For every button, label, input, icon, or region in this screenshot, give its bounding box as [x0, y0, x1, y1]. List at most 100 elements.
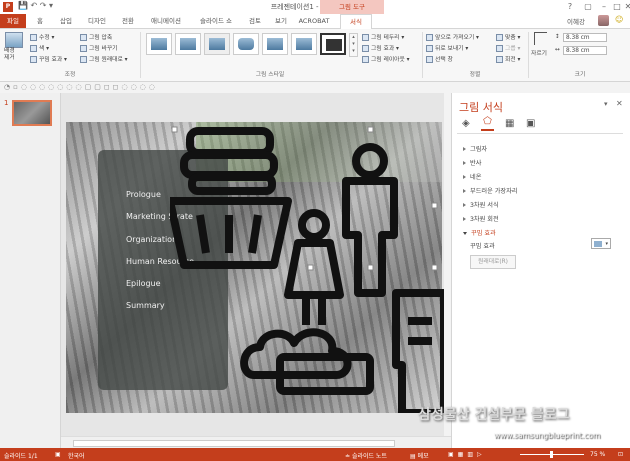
tab-format[interactable]: 서식 — [340, 14, 372, 30]
bring-forward-icon — [426, 34, 433, 41]
user-name[interactable]: 이혜강 — [567, 16, 585, 26]
zoom-level[interactable]: 75 % — [590, 451, 605, 458]
bring-forward-button[interactable]: 앞으로 가져오기 ▾ — [426, 32, 479, 41]
compress-pictures-button[interactable]: 그림 압축 — [80, 32, 112, 41]
spellcheck-icon[interactable]: ▣ — [55, 451, 61, 458]
gallery-scroll[interactable]: ▴ ▾ ▾ — [349, 33, 358, 57]
picture-border-button[interactable]: 그림 테두리 ▾ — [362, 32, 404, 41]
section-reflection[interactable]: 반사 — [463, 158, 481, 167]
pane-options-icon[interactable]: ▾ — [604, 100, 608, 108]
slide-indicator: 슬라이드 1/1 — [4, 453, 38, 460]
tab-design[interactable]: 디자인 — [82, 14, 112, 28]
brush-icon — [30, 56, 37, 63]
section-soft-edges[interactable]: 부드러운 가장자리 — [463, 186, 518, 195]
separator — [422, 32, 423, 78]
effects-pentagon-icon[interactable]: ⬠ — [481, 116, 494, 131]
height-field[interactable]: 8.38 cm — [563, 33, 607, 42]
remove-background-icon[interactable] — [5, 32, 23, 48]
rotate-button[interactable]: 회전 ▾ — [496, 54, 520, 63]
reset-icon — [80, 56, 87, 63]
view-buttons[interactable]: ▣▦▥▷ — [448, 451, 486, 458]
notes-button[interactable]: ≐ 슬라이드 노트 — [345, 451, 387, 460]
effects-icon — [362, 45, 369, 52]
menu-item-prologue[interactable]: Prologue — [126, 190, 161, 199]
slide-thumbnail[interactable] — [12, 100, 52, 126]
reset-picture-button[interactable]: 그림 원래대로 ▾ — [80, 54, 128, 63]
selection-pane-button[interactable]: 선택 창 — [426, 54, 453, 63]
ribbon-tabs: 파일 홈 삽입 디자인 전환 애니메이션 슬라이드 쇼 검토 보기 ACROBA… — [0, 14, 630, 30]
picture-icon[interactable]: ▣ — [526, 118, 535, 129]
picture-style-6[interactable] — [291, 33, 317, 55]
size-properties-icon[interactable]: ▦ — [505, 118, 514, 129]
language-indicator[interactable]: 한국어 — [68, 451, 85, 460]
picture-style-2[interactable] — [175, 33, 201, 55]
picture-layout-button[interactable]: 그림 레이아웃 ▾ — [362, 54, 410, 63]
group-button[interactable]: 그룹 ▾ — [496, 43, 520, 52]
change-picture-button[interactable]: 그림 바꾸기 — [80, 43, 118, 52]
avatar[interactable] — [598, 15, 609, 26]
tab-acrobat[interactable]: ACROBAT — [296, 14, 332, 28]
fill-line-icon[interactable]: ◈ — [462, 118, 470, 129]
picture-style-5[interactable] — [262, 33, 288, 55]
slide-number: 1 — [4, 99, 9, 107]
contextual-tab-header: 그림 도구 — [320, 0, 384, 14]
picture-style-4[interactable] — [233, 33, 259, 55]
tab-file[interactable]: 파일 — [0, 14, 26, 28]
fit-slide-icon[interactable]: ⊡ — [618, 451, 623, 458]
vertical-scrollbar[interactable] — [444, 93, 451, 436]
section-glow[interactable]: 네온 — [463, 172, 481, 181]
height-icon: ↕ — [555, 34, 560, 40]
change-picture-icon — [80, 45, 87, 52]
artistic-effects-label: 꾸밈 효과 — [470, 243, 495, 250]
color-button[interactable]: 색 ▾ — [30, 43, 49, 52]
align-button[interactable]: 맞춤 ▾ — [496, 32, 520, 41]
reset-button[interactable]: 원래대로(R) — [470, 255, 516, 269]
picture-style-7[interactable] — [320, 33, 346, 55]
artistic-effects-button[interactable]: 꾸밈 효과 ▾ — [30, 54, 67, 63]
tab-insert[interactable]: 삽입 — [54, 14, 78, 28]
separator — [528, 32, 529, 78]
drawing-tools-icons[interactable]: ◔▫◌◌◌◌◌◌◌▢▢◻◻◌◌◌◌ — [4, 83, 158, 91]
menu-item-summary[interactable]: Summary — [126, 301, 165, 310]
comments-button[interactable]: ▤ 메모 — [410, 451, 429, 460]
group-icon — [496, 45, 503, 52]
bathtub-icon — [240, 328, 374, 395]
pane-close-icon[interactable]: ✕ — [616, 99, 623, 108]
crop-button[interactable]: 자르기 — [531, 48, 547, 57]
tab-home[interactable]: 홈 — [30, 14, 50, 28]
tab-slideshow[interactable]: 슬라이드 쇼 — [192, 14, 240, 28]
tab-review[interactable]: 검토 — [244, 14, 266, 28]
section-3d-format[interactable]: 3차원 서식 — [463, 200, 499, 209]
ribbon: 배경 제거 수정 ▾ 색 ▾ 꾸밈 효과 ▾ 그림 압축 그림 바꾸기 그림 원… — [0, 29, 630, 82]
divider — [457, 133, 623, 134]
watermark-title: 삼성물산 건설부문 블로그 — [418, 407, 570, 423]
man-icon — [342, 143, 398, 297]
icon-graphic[interactable] — [170, 125, 444, 413]
zoom-slider-thumb[interactable] — [550, 451, 553, 458]
status-bar: 슬라이드 1/1 ▣ 한국어 ≐ 슬라이드 노트 ▤ 메모 ▣▦▥▷ 75 % … — [0, 448, 630, 461]
tab-view[interactable]: 보기 — [270, 14, 292, 28]
tab-transitions[interactable]: 전환 — [116, 14, 140, 28]
picture-style-3[interactable] — [204, 33, 230, 55]
section-3d-rotation[interactable]: 3차원 회전 — [463, 214, 499, 223]
tab-animations[interactable]: 애니메이션 — [144, 14, 188, 28]
width-icon: ↔ — [555, 47, 560, 53]
smiley-icon[interactable]: ☺ — [615, 15, 623, 24]
picture-effects-button[interactable]: 그림 효과 ▾ — [362, 43, 399, 52]
separator — [140, 32, 141, 78]
section-artistic-effects[interactable]: 꾸밈 효과 — [463, 228, 496, 237]
remove-background-button[interactable]: 배경 제거 — [4, 48, 15, 62]
width-field[interactable]: 8.38 cm — [563, 46, 607, 55]
corrections-button[interactable]: 수정 ▾ — [30, 32, 54, 41]
send-backward-icon — [426, 45, 433, 52]
artistic-effects-dropdown[interactable]: ▾ — [591, 238, 611, 249]
send-backward-button[interactable]: 뒤로 보내기 ▾ — [426, 43, 468, 52]
menu-item-epilogue[interactable]: Epilogue — [126, 279, 161, 288]
close-button[interactable]: ✕ — [618, 0, 630, 14]
picture-style-1[interactable] — [146, 33, 172, 55]
layout-icon — [362, 56, 369, 63]
section-shadow[interactable]: 그림자 — [463, 144, 487, 153]
help-icon[interactable]: ? — [560, 0, 580, 14]
scroll-thumb[interactable] — [73, 440, 395, 447]
crop-icon[interactable] — [534, 32, 547, 45]
